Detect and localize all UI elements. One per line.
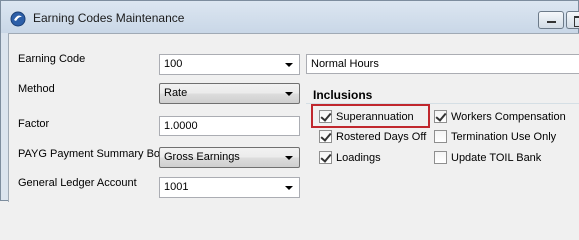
method-value: Rate (164, 87, 188, 99)
chevron-down-icon[interactable] (285, 186, 293, 190)
earning-description-field[interactable]: Normal Hours (306, 54, 579, 74)
factor-label: Factor (18, 118, 50, 130)
method-label: Method (18, 83, 55, 95)
maximize-button[interactable] (566, 11, 579, 29)
termination-use-only-label: Termination Use Only (451, 130, 557, 143)
earning-code-combo[interactable]: 100 (159, 54, 300, 75)
gl-account-label: General Ledger Account (18, 177, 137, 189)
loadings-label: Loadings (336, 151, 381, 164)
earning-codes-window: Earning Codes Maintenance Earning Code 1… (0, 0, 579, 202)
earning-description-value: Normal Hours (311, 58, 379, 70)
checkbox-unchecked-icon[interactable] (434, 151, 447, 164)
form-area: Earning Code 100 Normal Hours Method Rat… (8, 33, 579, 202)
method-select[interactable]: Rate (159, 83, 300, 104)
factor-value: 1.0000 (164, 120, 198, 132)
factor-field[interactable]: 1.0000 (159, 116, 300, 136)
rostered-days-off-label: Rostered Days Off (336, 130, 427, 143)
loadings-checkbox[interactable]: Loadings (319, 151, 381, 164)
gl-account-combo[interactable]: 1001 (159, 177, 300, 198)
chevron-down-icon[interactable] (285, 63, 293, 67)
app-icon (10, 11, 26, 27)
checkbox-checked-icon[interactable] (434, 110, 447, 123)
title-bar: Earning Codes Maintenance (1, 1, 579, 33)
window-title: Earning Codes Maintenance (33, 11, 185, 25)
chevron-down-icon[interactable] (285, 156, 293, 160)
highlight-box (311, 104, 430, 128)
payg-label: PAYG Payment Summary Box (18, 148, 166, 160)
termination-use-only-checkbox[interactable]: Termination Use Only (434, 130, 556, 143)
chevron-down-icon[interactable] (285, 92, 293, 96)
checkbox-checked-icon[interactable] (319, 130, 332, 143)
workers-compensation-checkbox[interactable]: Workers Compensation (434, 110, 566, 123)
checkbox-unchecked-icon[interactable] (434, 130, 447, 143)
checkbox-checked-icon[interactable] (319, 151, 332, 164)
earning-code-value: 100 (164, 58, 183, 70)
payg-select[interactable]: Gross Earnings (159, 147, 300, 168)
earning-code-label: Earning Code (18, 53, 86, 65)
update-toil-bank-checkbox[interactable]: Update TOIL Bank (434, 151, 541, 164)
update-toil-bank-label: Update TOIL Bank (451, 151, 542, 164)
inclusions-title: Inclusions (313, 88, 373, 102)
payg-value: Gross Earnings (164, 151, 240, 163)
rostered-days-off-checkbox[interactable]: Rostered Days Off (319, 130, 426, 143)
workers-compensation-label: Workers Compensation (451, 110, 566, 123)
minimize-button[interactable] (538, 11, 564, 29)
gl-account-value: 1001 (164, 181, 189, 193)
